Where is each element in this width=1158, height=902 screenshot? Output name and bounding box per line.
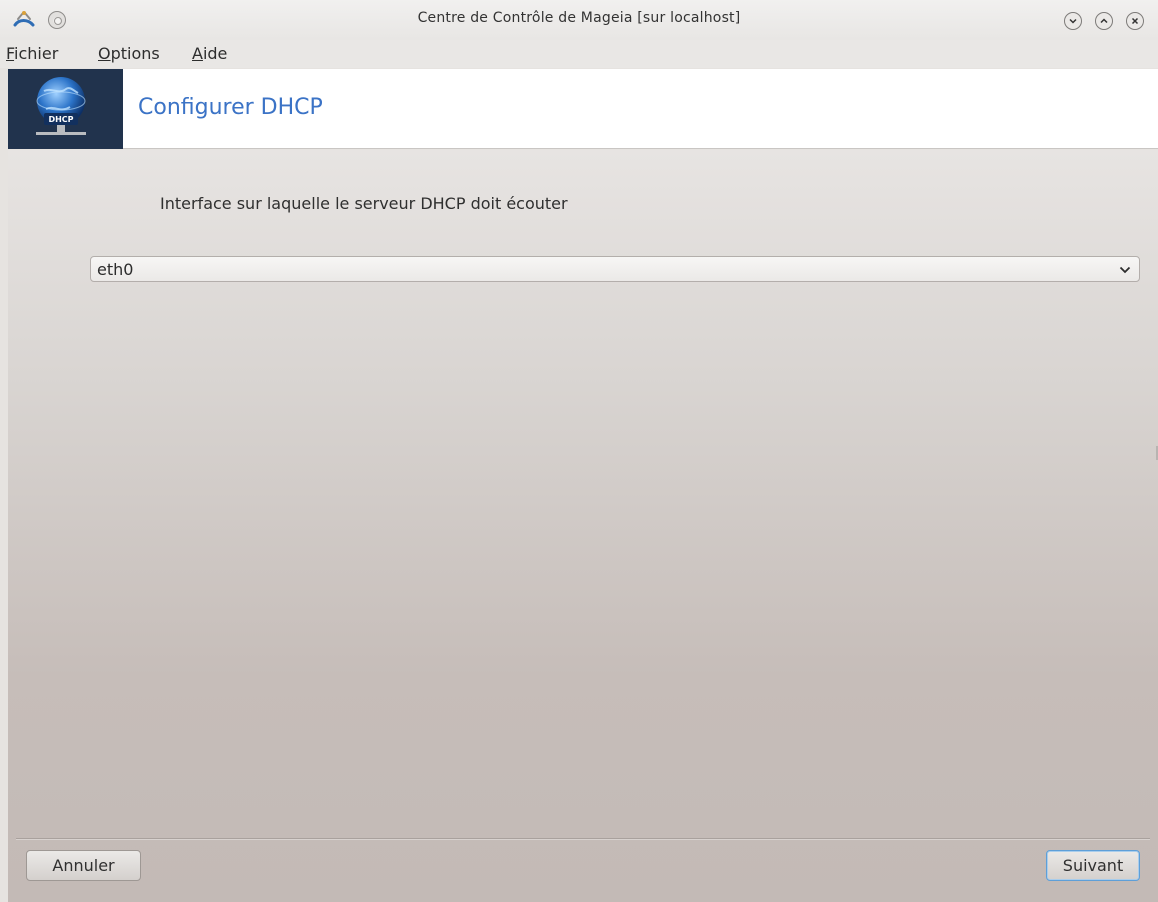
menu-fichier[interactable]: Fichier <box>6 44 58 63</box>
minimize-icon[interactable] <box>1064 12 1082 30</box>
footer-separator <box>16 838 1150 840</box>
interface-select-value: eth0 <box>97 260 134 279</box>
main-content: Interface sur laquelle le serveur DHCP d… <box>8 150 1158 902</box>
interface-prompt-label: Interface sur laquelle le serveur DHCP d… <box>160 194 568 213</box>
page-banner: DHCP Configurer DHCP <box>8 69 1158 149</box>
menu-aide[interactable]: Aide <box>192 44 227 63</box>
dhcp-icon-caption: DHCP <box>48 115 73 124</box>
chevron-down-icon <box>1119 266 1131 274</box>
page-title: Configurer DHCP <box>138 95 323 120</box>
menu-fichier-accel: F <box>6 44 15 63</box>
next-button[interactable]: Suivant <box>1046 850 1140 881</box>
dhcp-globe-icon: DHCP <box>36 77 86 135</box>
menu-options-label: ptions <box>110 44 160 63</box>
close-icon[interactable] <box>1126 12 1144 30</box>
menu-options-accel: O <box>98 44 111 63</box>
menu-aide-label: ide <box>202 44 228 63</box>
maximize-icon[interactable] <box>1095 12 1113 30</box>
menu-aide-accel: A <box>192 44 203 63</box>
menu-bar: Fichier Options Aide <box>0 40 1158 68</box>
interface-select[interactable]: eth0 <box>90 256 1140 282</box>
menu-options[interactable]: Options <box>98 44 160 63</box>
menu-fichier-label: ichier <box>14 44 59 63</box>
banner-icon-area: DHCP <box>8 69 123 149</box>
window-title: Centre de Contrôle de Mageia [sur localh… <box>417 10 741 26</box>
window-titlebar[interactable]: Centre de Contrôle de Mageia [sur localh… <box>0 0 1158 40</box>
cancel-button[interactable]: Annuler <box>26 850 141 881</box>
